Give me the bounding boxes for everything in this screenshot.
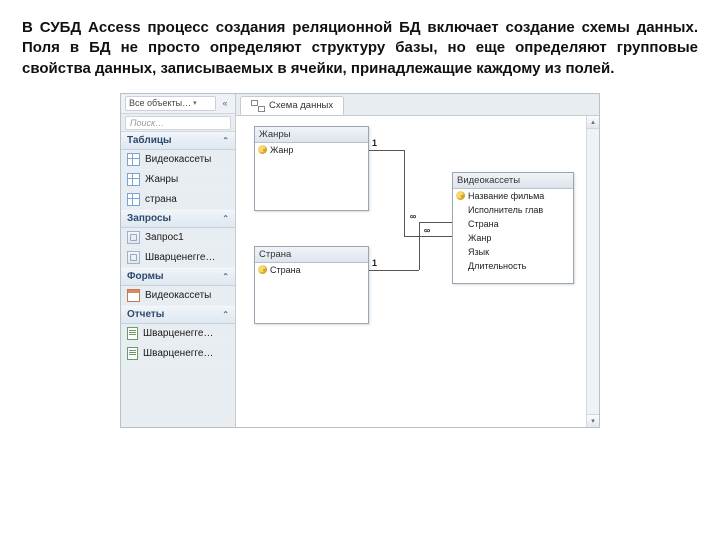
nav-group-queries[interactable]: Запросы⌃	[121, 210, 235, 228]
relationship-line[interactable]	[369, 270, 419, 271]
work-area: Схема данных Жанры Жанр Страна Страна	[236, 94, 599, 427]
relationship-line[interactable]	[419, 222, 420, 270]
primary-key-icon	[456, 191, 465, 200]
table-box-title: Страна	[255, 247, 368, 263]
document-tabstrip: Схема данных	[236, 94, 599, 116]
vertical-scrollbar[interactable]: ▴ ▾	[586, 116, 599, 427]
relation-cardinality-one: 1	[372, 258, 377, 268]
table-icon	[127, 173, 140, 186]
chevron-up-icon: ⌃	[222, 310, 229, 319]
document-tab[interactable]: Схема данных	[240, 96, 344, 115]
chevron-up-icon: ⌃	[222, 214, 229, 223]
report-icon	[127, 347, 138, 360]
table-box-video[interactable]: Видеокассеты Название фильма Исполнитель…	[452, 172, 574, 284]
field-row[interactable]: Язык	[453, 245, 573, 259]
access-window: Все объекты… ▾ « Поиск… Таблицы⌃ Видеока…	[120, 93, 600, 428]
nav-category-label: Все объекты…	[129, 98, 191, 108]
nav-item-form[interactable]: Видеокассеты	[121, 286, 235, 306]
nav-item-query[interactable]: Шварценегге…	[121, 248, 235, 268]
nav-item-query[interactable]: Запрос1	[121, 228, 235, 248]
table-box-title: Жанры	[255, 127, 368, 143]
field-row[interactable]: Исполнитель глав	[453, 203, 573, 217]
relationships-icon	[251, 100, 265, 112]
table-box-country[interactable]: Страна Страна	[254, 246, 369, 324]
relation-cardinality-one: 1	[372, 138, 377, 148]
scroll-down-button[interactable]: ▾	[587, 414, 599, 427]
field-row[interactable]: Страна	[453, 217, 573, 231]
table-box-genre[interactable]: Жанры Жанр	[254, 126, 369, 211]
relationship-line[interactable]	[419, 222, 452, 223]
report-icon	[127, 327, 138, 340]
nav-collapse-button[interactable]: «	[219, 96, 231, 110]
field-row[interactable]: Название фильма	[453, 189, 573, 203]
scroll-up-button[interactable]: ▴	[587, 116, 599, 129]
relation-cardinality-many: ∞	[422, 226, 432, 236]
nav-item-table[interactable]: Видеокассеты	[121, 150, 235, 170]
query-icon	[127, 251, 140, 264]
field-row[interactable]: Жанр	[453, 231, 573, 245]
nav-item-table[interactable]: Жанры	[121, 170, 235, 190]
table-box-title: Видеокассеты	[453, 173, 573, 189]
nav-item-report[interactable]: Шварценегге…	[121, 324, 235, 344]
table-icon	[127, 193, 140, 206]
chevron-up-icon: ⌃	[222, 272, 229, 281]
description-paragraph: В СУБД Access процесс создания реляционн…	[22, 18, 698, 79]
table-icon	[127, 153, 140, 166]
primary-key-icon	[258, 265, 267, 274]
chevron-down-icon: ▾	[193, 99, 197, 107]
navigation-pane: Все объекты… ▾ « Поиск… Таблицы⌃ Видеока…	[121, 94, 236, 427]
primary-key-icon	[258, 145, 267, 154]
nav-search-input[interactable]: Поиск…	[125, 116, 231, 130]
relationship-line[interactable]	[369, 150, 404, 151]
query-icon	[127, 231, 140, 244]
nav-item-table[interactable]: страна	[121, 190, 235, 210]
nav-item-report[interactable]: Шварценегге…	[121, 344, 235, 364]
nav-category-dropdown[interactable]: Все объекты… ▾	[125, 96, 216, 111]
field-row[interactable]: Жанр	[255, 143, 368, 157]
relationship-line[interactable]	[404, 150, 405, 236]
nav-group-reports[interactable]: Отчеты⌃	[121, 306, 235, 324]
chevron-up-icon: ⌃	[222, 136, 229, 145]
nav-header: Все объекты… ▾ «	[121, 94, 235, 114]
nav-group-forms[interactable]: Формы⌃	[121, 268, 235, 286]
field-row[interactable]: Длительность	[453, 259, 573, 273]
relation-cardinality-many: ∞	[408, 212, 418, 222]
nav-search-row: Поиск…	[121, 114, 235, 132]
relationships-canvas[interactable]: Жанры Жанр Страна Страна Видеокассеты На…	[236, 116, 599, 427]
field-row[interactable]: Страна	[255, 263, 368, 277]
nav-group-tables[interactable]: Таблицы⌃	[121, 132, 235, 150]
form-icon	[127, 289, 140, 302]
